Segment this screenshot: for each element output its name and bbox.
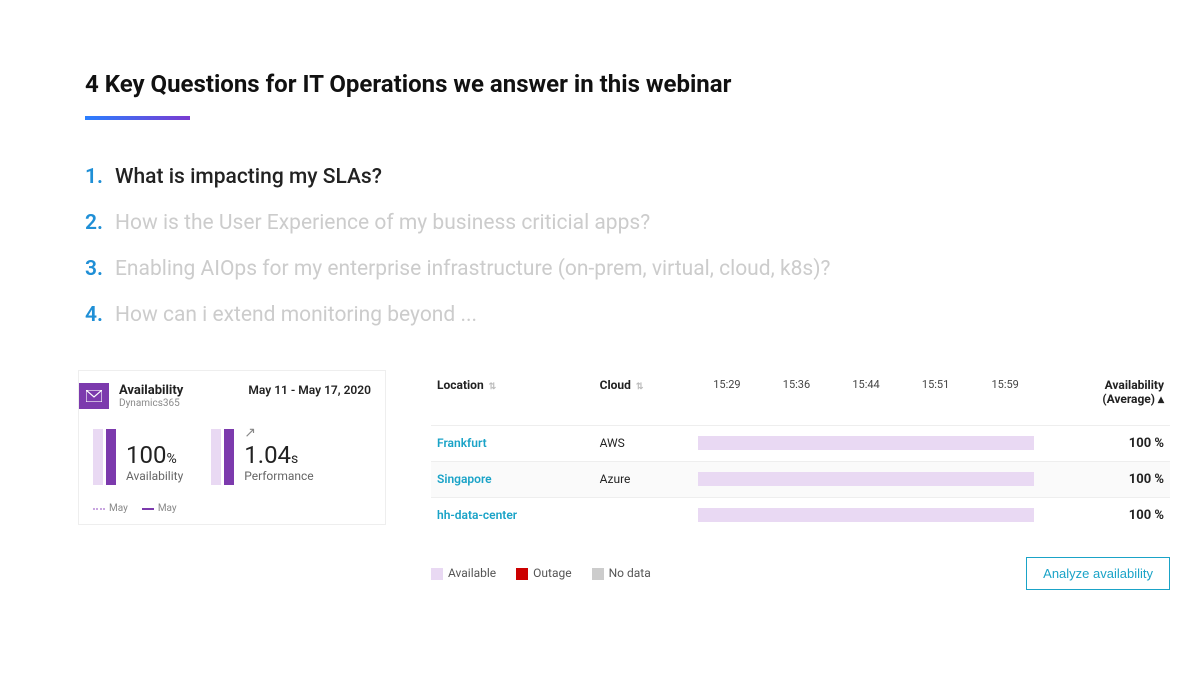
swatch-nodata-icon: [592, 568, 604, 580]
swatch-available-icon: [431, 568, 443, 580]
legend-nodata: No data: [592, 566, 651, 580]
col-location[interactable]: Location ⇅: [431, 370, 594, 425]
legend-outage: Outage: [516, 566, 571, 580]
performance-value: 1.04: [244, 441, 291, 469]
col-cloud[interactable]: Cloud ⇅: [594, 370, 693, 425]
col-time: 15:44: [831, 370, 901, 425]
table-row: hh-data-center 100 %: [431, 497, 1170, 533]
availability-unit: %: [166, 451, 176, 467]
cloud-cell: [594, 497, 693, 533]
legend-item: May: [93, 503, 128, 514]
cloud-cell: AWS: [594, 425, 693, 461]
card-title: Availability: [119, 383, 248, 398]
question-item-2: 2. How is the User Experience of my busi…: [85, 211, 1115, 235]
title-underline: [85, 116, 190, 120]
availability-pct: 100 %: [1040, 425, 1170, 461]
table-row: Singapore Azure 100 %: [431, 461, 1170, 497]
availability-table-wrap: Location ⇅ Cloud ⇅ 15:29 15:36 15:44 15:…: [431, 370, 1170, 590]
legend-item: May: [142, 503, 177, 514]
question-number: 3.: [85, 257, 115, 281]
availability-timeline: [698, 436, 1034, 450]
slide-title: 4 Key Questions for IT Operations we ans…: [85, 70, 1115, 98]
card-legend: May May: [79, 499, 385, 514]
card-date-range: May 11 - May 17, 2020: [248, 383, 371, 397]
cloud-cell: Azure: [594, 461, 693, 497]
availability-pct: 100 %: [1040, 497, 1170, 533]
availability-label: Availability: [126, 469, 183, 483]
availability-card: Availability Dynamics365 May 11 - May 17…: [78, 370, 386, 525]
mail-icon: [79, 383, 109, 409]
availability-pct: 100 %: [1040, 461, 1170, 497]
table-row: Frankfurt AWS 100 %: [431, 425, 1170, 461]
availability-metric: 100% Availability: [93, 425, 183, 485]
card-header: Availability Dynamics365 May 11 - May 17…: [79, 371, 385, 419]
swatch-outage-icon: [516, 568, 528, 580]
analyze-availability-button[interactable]: Analyze availability: [1026, 557, 1170, 590]
location-link[interactable]: hh-data-center: [431, 497, 594, 533]
sort-icon: ⇅: [489, 382, 497, 392]
question-item-3: 3. Enabling AIOps for my enterprise infr…: [85, 257, 1115, 281]
card-subtitle: Dynamics365: [119, 398, 248, 409]
question-text: What is impacting my SLAs?: [115, 165, 382, 189]
availability-bars-icon: [93, 425, 116, 485]
availability-value: 100: [126, 441, 166, 469]
availability-timeline: [698, 508, 1034, 522]
col-time: 15:51: [901, 370, 971, 425]
availability-timeline: [698, 472, 1034, 486]
trend-up-icon: ↗: [244, 425, 313, 441]
question-text: How can i extend monitoring beyond ...: [115, 303, 477, 327]
question-number: 2.: [85, 211, 115, 235]
performance-bars-icon: [211, 425, 234, 485]
table-legend: Available Outage No data: [431, 566, 651, 580]
question-text: How is the User Experience of my busines…: [115, 211, 650, 235]
col-time: 15:59: [970, 370, 1040, 425]
performance-label: Performance: [244, 469, 313, 483]
location-link[interactable]: Frankfurt: [431, 425, 594, 461]
question-text: Enabling AIOps for my enterprise infrast…: [115, 257, 830, 281]
question-number: 4.: [85, 303, 115, 327]
question-number: 1.: [85, 165, 115, 189]
performance-metric: ↗ 1.04s Performance: [211, 425, 313, 485]
sort-icon: ⇅: [636, 382, 644, 392]
legend-available: Available: [431, 566, 496, 580]
col-time: 15:36: [762, 370, 832, 425]
location-link[interactable]: Singapore: [431, 461, 594, 497]
performance-unit: s: [291, 451, 298, 467]
question-item-1: 1. What is impacting my SLAs?: [85, 165, 1115, 189]
col-time: 15:29: [692, 370, 762, 425]
question-list: 1. What is impacting my SLAs? 2. How is …: [85, 165, 1115, 327]
availability-table: Location ⇅ Cloud ⇅ 15:29 15:36 15:44 15:…: [431, 370, 1170, 533]
col-availability-avg[interactable]: Availability(Average) ▴: [1040, 370, 1170, 425]
question-item-4: 4. How can i extend monitoring beyond ..…: [85, 303, 1115, 327]
